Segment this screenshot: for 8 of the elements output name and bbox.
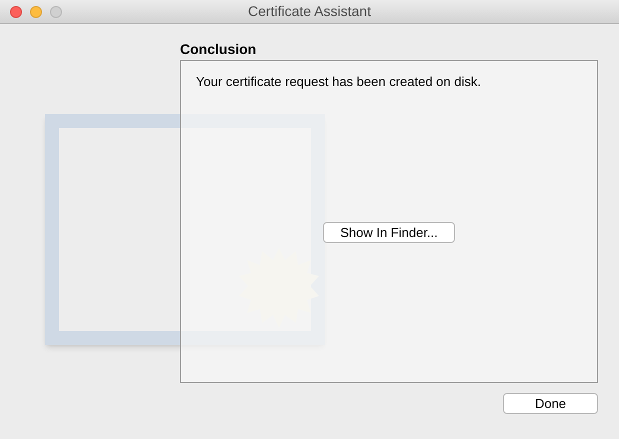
minimize-button[interactable] [30,6,42,18]
done-button[interactable]: Done [503,393,598,414]
section-heading: Conclusion [180,40,258,59]
show-in-finder-button[interactable]: Show In Finder... [323,222,455,242]
window-title: Certificate Assistant [248,2,371,21]
zoom-button[interactable] [50,6,62,18]
close-button[interactable] [10,6,22,18]
message-text: Your certificate request has been created on disk. [195,73,482,91]
